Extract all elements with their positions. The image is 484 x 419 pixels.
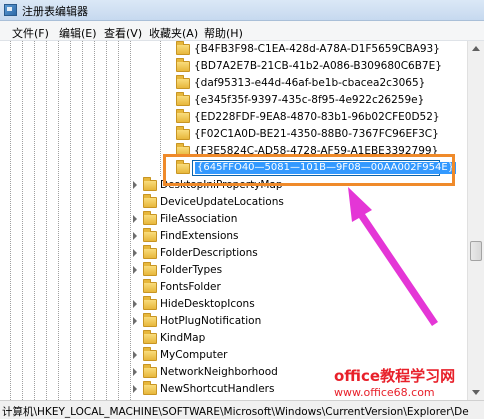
pointer-arrow-icon <box>348 187 438 326</box>
scroll-thumb[interactable] <box>470 241 482 261</box>
watermark-url: www.office68.com <box>334 386 435 399</box>
watermark: office教程学习网 www.office68.com <box>334 365 455 399</box>
status-bar: 计算机\HKEY_LOCAL_MACHINE\SOFTWARE\Microsof… <box>0 400 484 419</box>
vertical-scrollbar[interactable] <box>467 41 484 400</box>
scroll-down-icon[interactable] <box>472 390 480 395</box>
scroll-up-icon[interactable] <box>472 46 480 51</box>
status-path: 计算机\HKEY_LOCAL_MACHINE\SOFTWARE\Microsof… <box>2 406 469 418</box>
watermark-title: office教程学习网 <box>334 367 456 385</box>
